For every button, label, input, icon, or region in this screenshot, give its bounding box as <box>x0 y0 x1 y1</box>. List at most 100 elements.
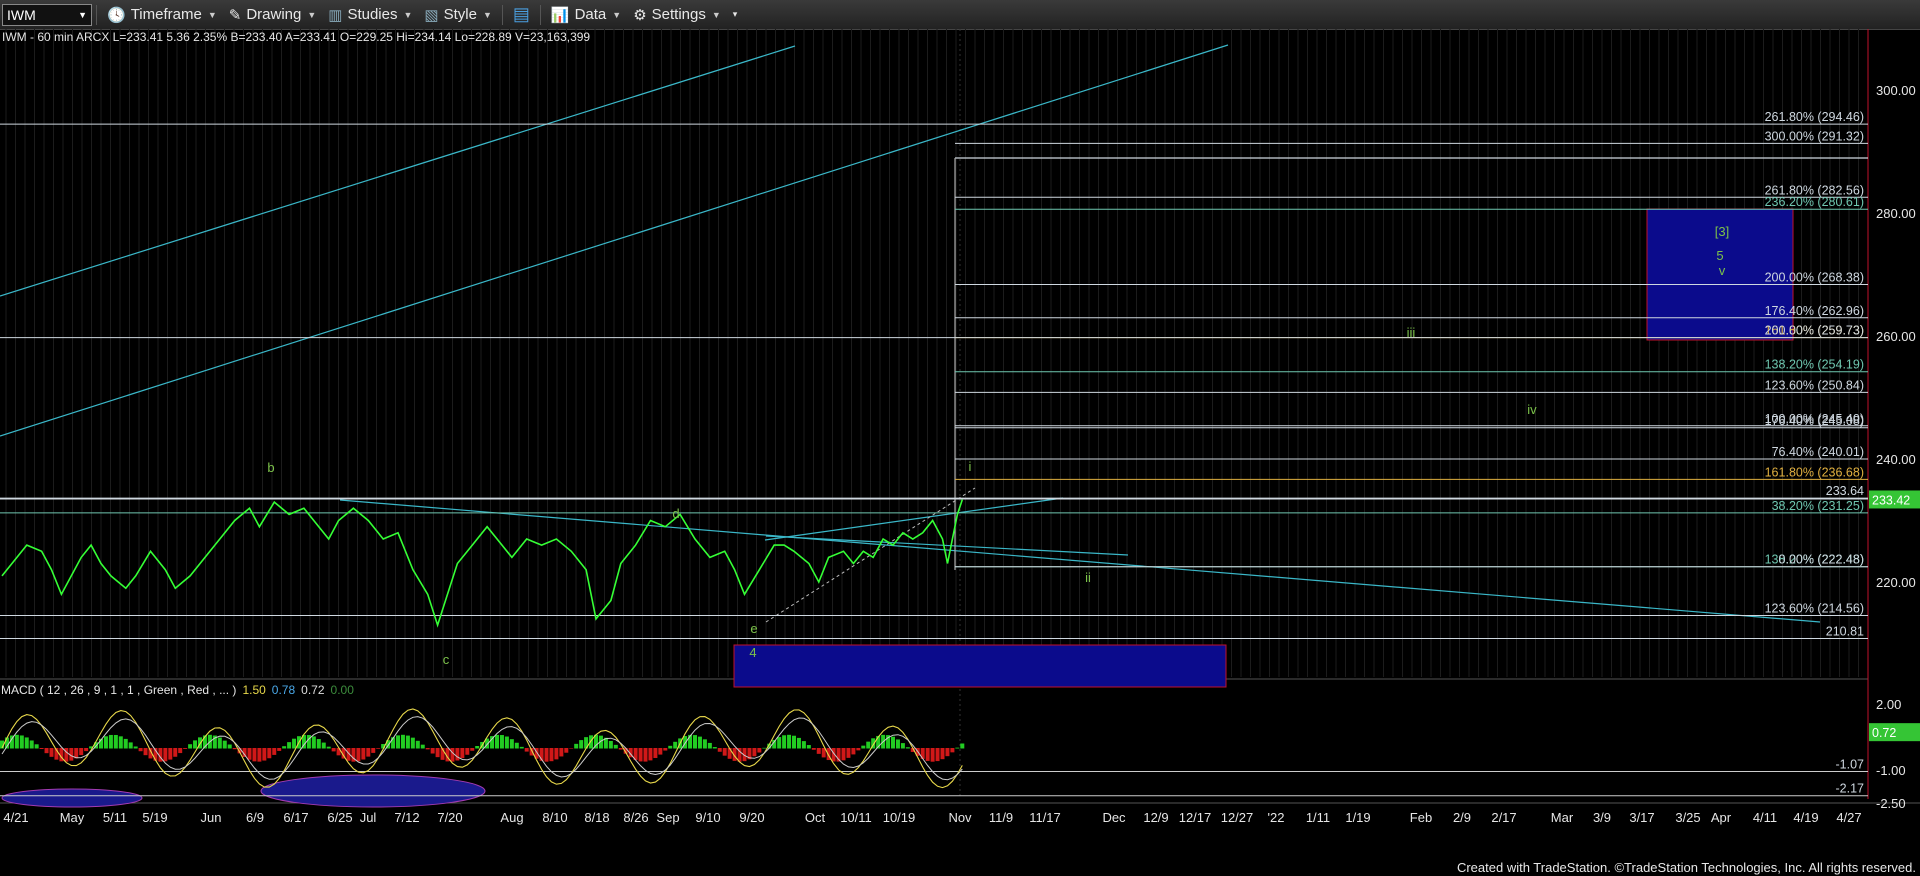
time-tick-label: 7/20 <box>437 810 462 825</box>
macd-histogram-bar <box>792 735 796 749</box>
chart-area[interactable]: 261.80% (294.46)300.00% (291.32)261.80% … <box>0 29 1920 876</box>
macd-histogram-bar <box>143 748 148 756</box>
price-series <box>1 499 964 628</box>
macd-histogram-bar <box>499 735 504 749</box>
time-tick-label: 4/11 <box>1753 810 1777 825</box>
macd-histogram-bar <box>118 736 123 749</box>
macd-histogram-bar <box>722 748 727 756</box>
macd-histogram-bar <box>361 748 366 760</box>
macd-histogram-bar <box>801 741 806 749</box>
time-tick-label: Sep <box>656 810 679 825</box>
studies-menu[interactable]: ▥ Studies ▼ <box>322 3 418 27</box>
wave-label: e <box>750 621 757 636</box>
macd-last-value: 0.72 <box>1872 726 1896 740</box>
macd-histogram-bar <box>504 736 509 749</box>
studies-icon: ▥ <box>328 6 343 24</box>
macd-histogram-bar <box>891 736 895 749</box>
fib-level-label: 176.40% (245.08) <box>1765 414 1864 428</box>
fib-level-label: 76.40% (240.01) <box>1772 445 1864 459</box>
layout-icon: ▤ <box>512 4 530 24</box>
fib-level-label: 233.64 <box>1826 484 1864 498</box>
macd-histogram-bar <box>19 735 24 749</box>
macd-histogram-bar <box>638 748 643 762</box>
style-label: Style <box>443 6 477 23</box>
fib-level-label: 176.40% (262.96) <box>1765 304 1864 318</box>
macd-histogram-bar <box>173 748 178 757</box>
macd-value-4: 0.00 <box>331 683 355 697</box>
chevron-down-icon: ▼ <box>711 9 721 20</box>
drawing-label: Drawing <box>246 6 302 23</box>
macd-histogram-bar <box>326 746 331 749</box>
macd-histogram-bar <box>673 741 678 749</box>
time-tick-label: 4/27 <box>1836 810 1861 825</box>
macd-level-label: -1.07 <box>1836 758 1865 772</box>
layout-button[interactable]: ▤ <box>507 3 536 27</box>
price-line <box>1 499 964 628</box>
macd-histogram-bar <box>752 748 757 757</box>
studies-label: Studies <box>347 6 398 23</box>
macd-histogram-bar <box>113 734 118 749</box>
macd-histogram-bar <box>514 742 519 749</box>
macd-histogram-bar <box>702 739 707 749</box>
overflow-menu[interactable]: ▾ <box>727 3 744 27</box>
macd-histogram-bar <box>366 748 371 757</box>
footer-credit: Created with TradeStation. ©TradeStation… <box>1457 860 1916 875</box>
symbol-input[interactable]: IWM ▼ <box>2 3 92 26</box>
macd-histogram-bar <box>188 744 193 749</box>
macd-histogram-bar <box>796 737 801 749</box>
time-tick-label: 6/9 <box>246 810 264 825</box>
time-tick-label: 3/9 <box>1593 810 1611 825</box>
macd-histogram-bar <box>945 748 950 757</box>
wave-label: b <box>267 460 274 475</box>
macd-histogram-bar <box>861 745 866 749</box>
macd-histogram-bar <box>371 748 376 753</box>
time-tick-label: 7/12 <box>394 810 419 825</box>
chevron-down-icon: ▼ <box>307 9 317 20</box>
macd-histogram-bar <box>717 748 722 752</box>
macd-histogram-bar <box>846 748 851 758</box>
data-menu[interactable]: 📊 Data ▼ <box>545 3 627 27</box>
macd-value-1: 1.50 <box>242 683 266 697</box>
macd-histogram-bar <box>128 742 133 749</box>
macd-histogram-bar <box>39 748 44 750</box>
macd-histogram-bar <box>905 747 910 749</box>
macd-level-label: -2.17 <box>1836 782 1865 796</box>
wave-label: i <box>969 459 972 474</box>
wave-label: iv <box>1527 402 1537 417</box>
settings-menu[interactable]: ⚙ Settings ▼ <box>627 3 727 27</box>
wave-labels: bcde4iiiiiiiv5v[3] <box>267 224 1729 667</box>
time-tick-label: Apr <box>1711 810 1732 825</box>
macd-histogram-bar <box>955 747 960 749</box>
pencil-icon: ✎ <box>228 6 242 24</box>
macd-histogram-bar <box>257 748 262 762</box>
macd-histogram-bar <box>712 747 717 749</box>
symbol-value: IWM <box>7 6 36 23</box>
price-tick-label: 220.00 <box>1876 575 1916 590</box>
macd-histogram-bar <box>935 748 940 762</box>
macd-histogram-bar <box>569 748 574 749</box>
macd-value-2: 0.78 <box>272 683 296 697</box>
timeframe-menu[interactable]: 🕓 Timeframe ▼ <box>101 3 223 27</box>
macd-histogram-bar <box>693 735 697 749</box>
macd-histogram-bar <box>925 748 930 761</box>
fib-level-label: 236.20% (280.61) <box>1765 195 1864 209</box>
macd-histogram-bar <box>168 748 173 760</box>
fib-level-label: 161.80% (236.68) <box>1765 465 1864 479</box>
drawing-menu[interactable]: ✎ Drawing ▼ <box>223 3 323 27</box>
style-icon: ▧ <box>424 6 439 24</box>
clock-icon: 🕓 <box>107 6 126 24</box>
time-tick-label: '22 <box>1268 810 1285 825</box>
macd-tick-label: -2.50 <box>1876 796 1906 811</box>
macd-histogram-bar <box>262 748 267 761</box>
style-menu[interactable]: ▧ Style ▼ <box>418 3 497 27</box>
macd-histogram-bar <box>400 734 405 749</box>
toolbar-separator <box>96 4 97 25</box>
macd-histogram-bar <box>435 748 440 758</box>
time-tick-label: 3/17 <box>1629 810 1654 825</box>
macd-histogram-bar <box>940 748 945 760</box>
macd-histogram-bar <box>34 744 39 749</box>
chevron-down-icon: ▼ <box>403 9 413 20</box>
time-tick-label: Jun <box>201 810 222 825</box>
symbol-dropdown-icon[interactable]: ▼ <box>78 10 87 20</box>
wave-label: ii <box>1085 570 1091 585</box>
